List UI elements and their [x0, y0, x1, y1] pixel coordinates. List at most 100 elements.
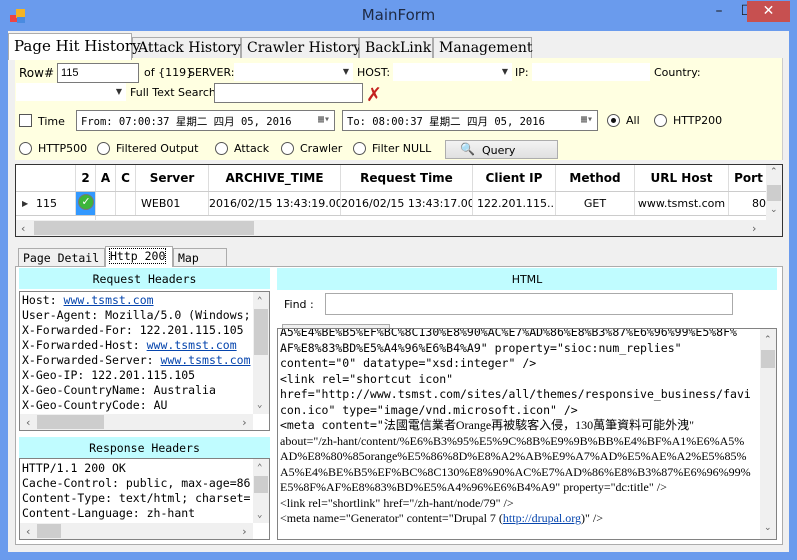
scroll-thumb[interactable] [34, 221, 254, 235]
table-row[interactable]: ▶ 115 ✓ WEB01 2016/02/15 13:43:19.000 20… [16, 192, 769, 216]
col-header-client-ip[interactable]: Client IP [473, 165, 556, 191]
cell-port[interactable]: 80 [729, 192, 769, 215]
request-header-value: Mozilla/5.0 (Windows; [105, 308, 251, 322]
col-header-url-host[interactable]: URL Host [635, 165, 729, 191]
radio-http200-label: HTTP200 [673, 114, 723, 127]
fulltext-label: Full Text Search [130, 86, 216, 99]
ip-input[interactable] [532, 63, 650, 81]
col-header-a[interactable]: A [96, 165, 116, 191]
col-header-port[interactable]: Port [729, 165, 769, 191]
tab-map[interactable]: Map [173, 248, 227, 267]
calendar-icon[interactable]: ▦▾ [581, 114, 593, 125]
server-dropdown[interactable]: ▼ [234, 63, 353, 81]
tab-page-hit-history[interactable]: Page Hit History [8, 33, 141, 60]
scroll-up-icon[interactable]: ⌃ [257, 461, 262, 476]
scroll-right-icon[interactable]: › [752, 222, 756, 235]
tab-attack-history[interactable]: Attack History [132, 37, 241, 59]
scroll-down-icon[interactable]: ⌄ [770, 205, 778, 215]
main-window: MainForm – ☐ ✕ Page Hit History Attack H… [0, 0, 797, 560]
country-dropdown[interactable]: ▼ [16, 83, 126, 101]
col-header-c[interactable]: C [116, 165, 136, 191]
cell-archive-time[interactable]: 2016/02/15 13:43:19.000 [209, 192, 341, 215]
request-header-link[interactable]: www.tsmst.com [64, 293, 154, 307]
calendar-icon[interactable]: ▦▾ [318, 114, 330, 125]
radio-http500[interactable] [19, 142, 32, 155]
scroll-up-icon[interactable]: ⌃ [770, 167, 778, 177]
grid-horizontal-scrollbar[interactable]: ‹ › [16, 220, 782, 236]
scroll-up-icon[interactable]: ⌃ [764, 333, 772, 349]
minimize-button[interactable]: – [704, 1, 734, 22]
query-button[interactable]: 🔍 Query [445, 140, 558, 159]
scroll-left-icon[interactable]: ‹ [25, 524, 32, 539]
html-line: content="0" datatype="xsd:integer" /> [280, 356, 537, 370]
col-header-method[interactable]: Method [556, 165, 635, 191]
drupal-link[interactable]: http://drupal.org [503, 511, 581, 525]
cell-client-ip[interactable]: 122.201.115.... [473, 192, 556, 215]
time-checkbox[interactable] [19, 114, 32, 127]
tab-page-detail[interactable]: Page Detail [18, 248, 105, 267]
request-header-link[interactable]: www.tsmst.com [160, 353, 250, 367]
cell-server[interactable]: WEB01 [136, 192, 209, 215]
scroll-thumb[interactable] [254, 476, 268, 493]
response-horizontal-scrollbar[interactable]: ‹ › [20, 523, 253, 539]
fulltext-search-input[interactable] [214, 83, 363, 103]
cell-c[interactable] [116, 192, 136, 215]
radio-filter-null[interactable] [353, 142, 366, 155]
radio-http200[interactable] [654, 114, 667, 127]
cell-request-time[interactable]: 2016/02/15 13:43:17.000 [341, 192, 473, 215]
response-headers-box[interactable]: HTTP/1.1 200 OK Cache-Control: public, m… [19, 458, 270, 540]
clear-search-icon[interactable]: ✗ [366, 86, 382, 105]
scroll-thumb[interactable] [761, 350, 775, 368]
scroll-thumb[interactable] [37, 524, 61, 538]
request-header-line: Host: www.tsmst.com [20, 293, 254, 308]
from-datetime-picker[interactable]: From: 07:00:37 星期二 四月 05, 2016 ▦▾ [76, 110, 335, 131]
tab-http-200[interactable]: Http 200 [105, 246, 173, 267]
host-dropdown[interactable]: ▼ [393, 63, 512, 81]
scroll-thumb[interactable] [37, 415, 104, 429]
col-header-request-time[interactable]: Request Time [341, 165, 473, 191]
cell-method[interactable]: GET [556, 192, 635, 215]
scroll-left-icon[interactable]: ‹ [25, 415, 32, 430]
request-horizontal-scrollbar[interactable]: ‹ › [20, 414, 253, 430]
to-datetime-picker[interactable]: To: 08:00:37 星期二 四月 05, 2016 ▦▾ [342, 110, 598, 131]
grid-vertical-scrollbar[interactable]: ⌃ ⌄ [766, 165, 782, 220]
ip-label: IP: [515, 66, 529, 79]
radio-http500-label: HTTP500 [38, 142, 88, 155]
response-vertical-scrollbar[interactable]: ⌃ ⌄ [253, 459, 269, 523]
scroll-thumb[interactable] [254, 309, 268, 355]
tab-crawler-history[interactable]: Crawler History [241, 37, 361, 59]
scroll-down-icon[interactable]: ⌄ [764, 521, 772, 537]
find-input[interactable] [325, 293, 733, 315]
col-header-server[interactable]: Server [136, 165, 209, 191]
scroll-right-icon[interactable]: › [241, 415, 248, 430]
request-vertical-scrollbar[interactable]: ⌃ ⌄ [253, 292, 269, 414]
row-number-input[interactable] [57, 63, 139, 83]
scroll-thumb[interactable] [767, 185, 781, 201]
request-header-link[interactable]: www.tsmst.com [147, 338, 237, 352]
radio-crawler-label: Crawler [300, 142, 343, 155]
html-source-box[interactable]: A5%E4%BE%B5%EF%BC%8C130%E8%90%AC%E7%AD%8… [277, 328, 777, 540]
radio-all[interactable] [607, 114, 620, 127]
scroll-left-icon[interactable]: ‹ [21, 222, 25, 235]
close-button[interactable]: ✕ [747, 1, 790, 22]
request-headers-box[interactable]: Host: www.tsmst.com User-Agent: Mozilla/5… [19, 291, 270, 431]
tab-management[interactable]: Management [433, 37, 533, 59]
title-bar[interactable]: MainForm – ☐ ✕ [0, 0, 797, 32]
radio-crawler[interactable] [281, 142, 294, 155]
request-header-key: Host: [22, 293, 64, 307]
scroll-up-icon[interactable]: ⌃ [257, 294, 262, 309]
row-pointer-icon: ▶ [22, 199, 29, 208]
radio-attack[interactable] [215, 142, 228, 155]
cell-url-host[interactable]: www.tsmst.com [635, 192, 729, 215]
col-header-2[interactable]: 2 [76, 165, 96, 191]
status-2-cell[interactable]: ✓ [76, 192, 96, 215]
scroll-down-icon[interactable]: ⌄ [257, 398, 262, 413]
scroll-down-icon[interactable]: ⌄ [257, 508, 262, 523]
col-header-archive-time[interactable]: ARCHIVE_TIME [209, 165, 341, 191]
scroll-right-icon[interactable]: › [241, 524, 248, 539]
tab-backlink[interactable]: BackLink [359, 37, 433, 59]
radio-filtered-output[interactable] [97, 142, 110, 155]
html-vertical-scrollbar[interactable]: ⌃ ⌄ [760, 329, 776, 539]
radio-all-label: All [626, 114, 640, 127]
cell-a[interactable] [96, 192, 116, 215]
